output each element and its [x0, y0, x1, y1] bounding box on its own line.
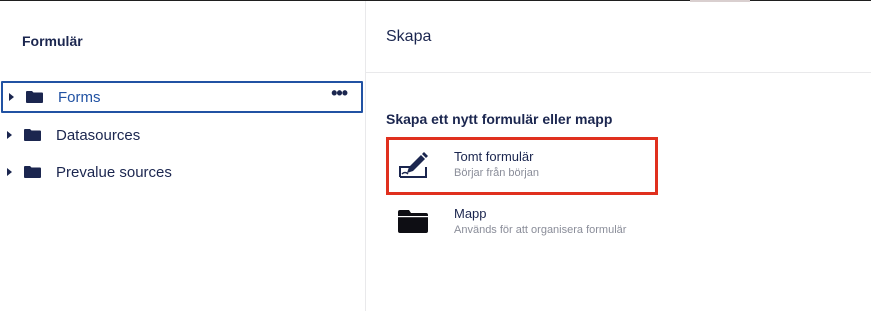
folder-icon: [398, 210, 428, 233]
option-folder[interactable]: Mapp Används för att organisera formulär: [386, 194, 658, 252]
panel-title: Skapa: [386, 28, 432, 45]
edit-form-icon: [399, 152, 428, 178]
app-window: Formulär Forms ••• Datasources Prevalue …: [0, 0, 871, 311]
more-options-icon[interactable]: •••: [331, 84, 348, 102]
tree-item-forms[interactable]: Forms •••: [1, 81, 363, 113]
option-description: Används för att organisera formulär: [454, 224, 627, 236]
tree-item-label: Forms: [58, 88, 101, 106]
section-heading: Skapa ett nytt formulär eller mapp: [386, 111, 613, 127]
folder-icon: [24, 166, 41, 178]
caret-right-icon[interactable]: [9, 93, 14, 101]
tree-item-label: Datasources: [56, 126, 141, 144]
tree-item-prevalue-sources[interactable]: Prevalue sources: [0, 156, 364, 188]
create-panel: Skapa Skapa ett nytt formulär eller mapp…: [366, 1, 871, 311]
panel-header: Skapa: [366, 1, 871, 73]
tree-item-label: Prevalue sources: [56, 163, 172, 181]
folder-icon: [26, 91, 43, 103]
option-title: Mapp: [454, 206, 487, 221]
folder-icon: [24, 129, 41, 141]
tree-item-datasources[interactable]: Datasources: [0, 119, 364, 151]
caret-right-icon[interactable]: [7, 131, 12, 139]
sidebar: Formulär Forms ••• Datasources Prevalue …: [0, 1, 366, 311]
option-description: Börjar från början: [454, 167, 539, 179]
option-title: Tomt formulär: [454, 149, 534, 164]
caret-right-icon[interactable]: [7, 168, 12, 176]
option-empty-form[interactable]: Tomt formulär Börjar från början: [386, 137, 658, 195]
sidebar-title: Formulär: [22, 33, 83, 49]
